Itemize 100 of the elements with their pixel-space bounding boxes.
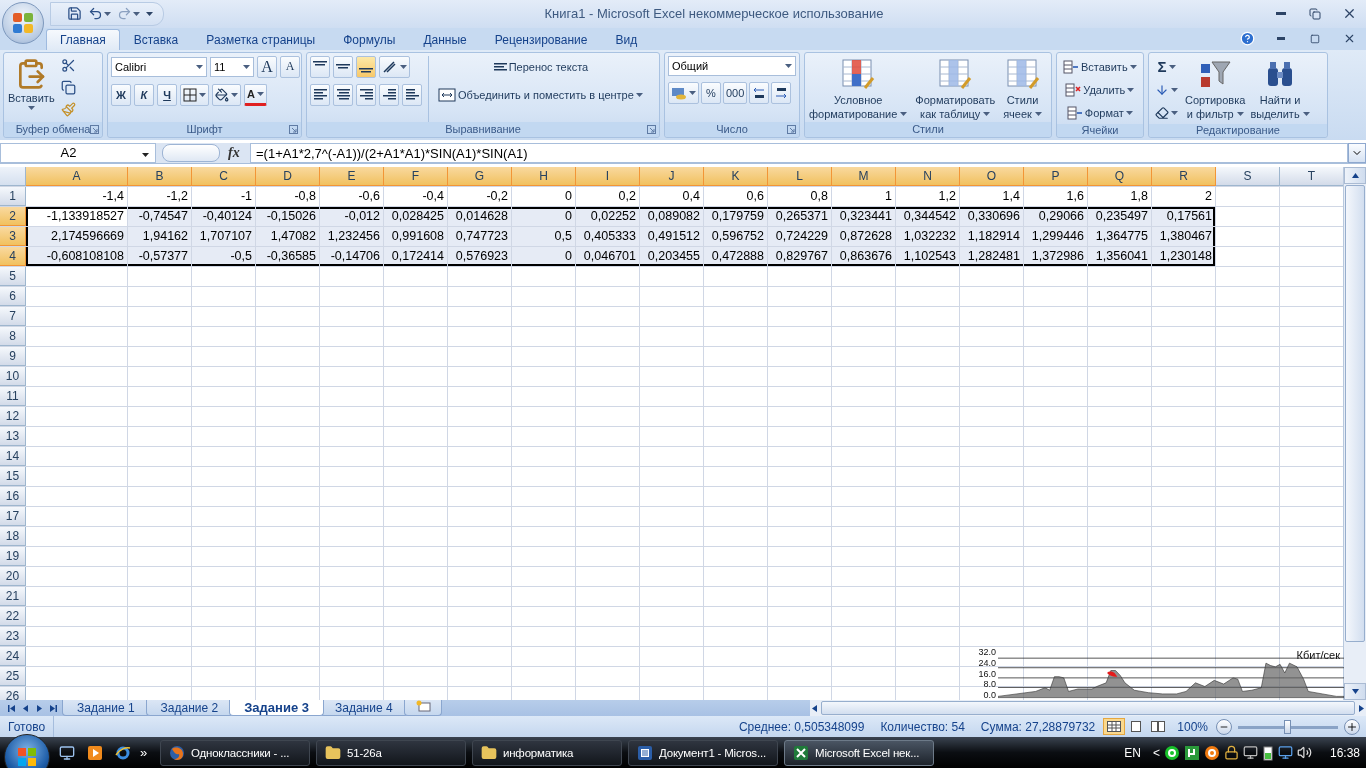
row-header[interactable]: 20 bbox=[0, 566, 26, 586]
ribbon-tab[interactable]: Вставка bbox=[119, 28, 193, 50]
column-header[interactable]: L bbox=[768, 166, 832, 186]
taskbar-button[interactable]: Одноклассники - ... bbox=[160, 739, 310, 766]
font-color-button[interactable]: A bbox=[244, 83, 267, 106]
column-header[interactable]: C bbox=[192, 166, 256, 186]
styles-button[interactable]: Форматировать как таблицу bbox=[914, 55, 997, 122]
dialog-launcher-icon[interactable] bbox=[90, 124, 99, 134]
row-header[interactable]: 25 bbox=[0, 666, 26, 686]
row-header[interactable]: 23 bbox=[0, 626, 26, 646]
ribbon-tab[interactable]: Разметка страницы bbox=[192, 28, 330, 50]
column-header[interactable]: A bbox=[26, 166, 128, 186]
dialog-launcher-icon[interactable] bbox=[289, 124, 298, 134]
vertical-scrollbar[interactable] bbox=[1343, 166, 1366, 700]
expand-formula-button[interactable] bbox=[1348, 142, 1366, 163]
borders-button[interactable] bbox=[180, 83, 209, 106]
thousands-button[interactable]: 000 bbox=[723, 81, 748, 104]
column-header[interactable]: M bbox=[832, 166, 896, 186]
row-header[interactable]: 16 bbox=[0, 486, 26, 506]
language-indicator[interactable]: EN bbox=[1124, 745, 1141, 760]
row-header[interactable]: 18 bbox=[0, 526, 26, 546]
row-header[interactable]: 8 bbox=[0, 326, 26, 346]
styles-button[interactable]: Стили ячеек bbox=[1002, 55, 1043, 122]
column-header[interactable]: J bbox=[640, 166, 704, 186]
column-header[interactable]: D bbox=[256, 166, 320, 186]
align-right-button[interactable] bbox=[356, 83, 376, 106]
row-header[interactable]: 2 bbox=[0, 206, 26, 226]
row-header[interactable]: 13 bbox=[0, 426, 26, 446]
row-header[interactable]: 21 bbox=[0, 586, 26, 606]
ribbon-tab[interactable]: Главная bbox=[46, 28, 120, 50]
horizontal-scrollbar[interactable] bbox=[810, 700, 1366, 716]
cells-button[interactable]: Удалить bbox=[1060, 78, 1140, 101]
taskbar-button[interactable]: Microsoft Excel нек... bbox=[784, 739, 934, 766]
insert-function-button[interactable]: fx bbox=[228, 144, 250, 161]
row-header[interactable]: 19 bbox=[0, 546, 26, 566]
row-header[interactable]: 26 bbox=[0, 686, 26, 700]
ribbon-tab[interactable]: Вид bbox=[601, 28, 652, 50]
row-header[interactable]: 22 bbox=[0, 606, 26, 626]
dialog-launcher-icon[interactable] bbox=[787, 124, 796, 134]
find-select-button[interactable]: Найти и выделить bbox=[1249, 55, 1311, 122]
formula-field[interactable]: =(1+A1*2,7^(-A1))/(2+A1*A1)*SIN(A1)*SIN(A1) bbox=[250, 142, 1348, 163]
vertical-align-button[interactable] bbox=[333, 55, 353, 78]
row-header[interactable]: 11 bbox=[0, 386, 26, 406]
row-header[interactable]: 1 bbox=[0, 186, 26, 206]
row-header[interactable]: 12 bbox=[0, 406, 26, 426]
styles-button[interactable]: Условное форматирование bbox=[808, 55, 909, 122]
cells-button[interactable]: Формат bbox=[1060, 101, 1140, 124]
row-header[interactable]: 6 bbox=[0, 286, 26, 306]
merge-center-button[interactable]: Объединить и поместить в центре bbox=[435, 83, 646, 106]
column-header[interactable]: E bbox=[320, 166, 384, 186]
column-header[interactable]: R bbox=[1152, 166, 1216, 186]
sheet-tab[interactable]: Задание 3 bbox=[229, 700, 324, 716]
row-header[interactable]: 3 bbox=[0, 226, 26, 246]
increase-indent-button[interactable] bbox=[402, 83, 422, 106]
column-header[interactable]: P bbox=[1024, 166, 1088, 186]
name-box[interactable]: A2 bbox=[0, 142, 156, 163]
column-header[interactable]: T bbox=[1280, 166, 1343, 186]
increase-decimal-button[interactable] bbox=[749, 81, 770, 104]
column-header[interactable]: K bbox=[704, 166, 768, 186]
taskbar-button[interactable]: 51-26а bbox=[316, 739, 466, 766]
currency-button[interactable] bbox=[668, 81, 699, 104]
vertical-align-button[interactable] bbox=[310, 55, 330, 78]
row-header[interactable]: 17 bbox=[0, 506, 26, 526]
row-header[interactable]: 10 bbox=[0, 366, 26, 386]
fill-color-button[interactable] bbox=[212, 83, 241, 106]
align-center-button[interactable] bbox=[333, 83, 353, 106]
more-button[interactable]: » bbox=[140, 745, 154, 760]
row-header[interactable]: 5 bbox=[0, 266, 26, 286]
autosum-button[interactable]: Σ bbox=[1152, 55, 1181, 78]
show-hidden-icons-button[interactable]: < bbox=[1152, 745, 1160, 760]
column-header[interactable]: Q bbox=[1088, 166, 1152, 186]
column-header[interactable]: B bbox=[128, 166, 192, 186]
align-left-button[interactable] bbox=[310, 83, 330, 106]
column-header[interactable]: I bbox=[576, 166, 640, 186]
row-header[interactable]: 7 bbox=[0, 306, 26, 326]
font-size-field[interactable]: 11 bbox=[210, 56, 254, 77]
ribbon-tab[interactable]: Данные bbox=[409, 28, 481, 50]
dialog-launcher-icon[interactable] bbox=[647, 124, 656, 134]
vertical-align-button[interactable] bbox=[356, 55, 376, 78]
shrink-font-button[interactable]: A bbox=[280, 55, 300, 78]
zoom-thumb[interactable] bbox=[1284, 719, 1291, 734]
taskbar-button[interactable]: информатика bbox=[472, 739, 622, 766]
decrease-decimal-button[interactable] bbox=[771, 81, 792, 104]
sort-filter-button[interactable]: Сортировка и фильтр bbox=[1184, 55, 1247, 122]
row-header[interactable]: 15 bbox=[0, 466, 26, 486]
percent-button[interactable]: % bbox=[701, 81, 721, 104]
number-format-field[interactable]: Общий bbox=[668, 55, 796, 76]
underline-button[interactable]: Ч bbox=[157, 83, 177, 106]
wrap-text-button[interactable]: Перенос текста bbox=[435, 55, 646, 78]
ribbon-tab[interactable]: Рецензирование bbox=[480, 28, 602, 50]
zoom-out-button[interactable] bbox=[1216, 718, 1232, 735]
start-button[interactable] bbox=[4, 733, 50, 768]
decrease-indent-button[interactable] bbox=[379, 83, 399, 106]
grow-font-button[interactable]: A bbox=[257, 55, 277, 78]
font-name-field[interactable]: Calibri bbox=[111, 56, 207, 77]
row-header[interactable]: 24 bbox=[0, 646, 26, 666]
taskbar-button[interactable]: Документ1 - Micros... bbox=[628, 739, 778, 766]
ribbon-tab[interactable]: Формулы bbox=[329, 28, 410, 50]
column-header[interactable]: S bbox=[1216, 166, 1280, 186]
normal-view-button[interactable] bbox=[1103, 718, 1126, 735]
